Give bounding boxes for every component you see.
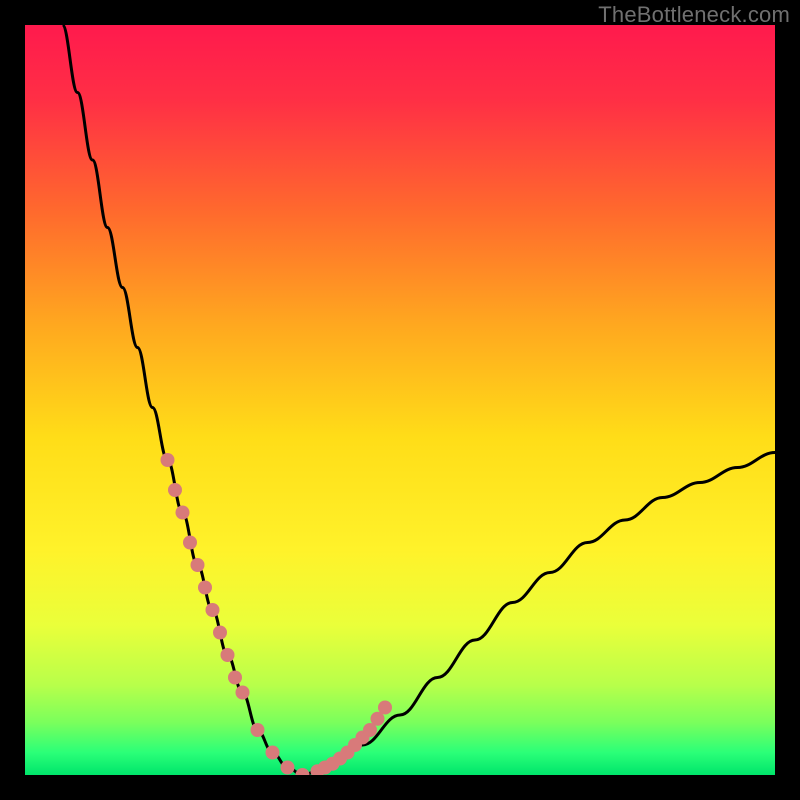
highlight-dot	[228, 671, 242, 685]
highlight-dot	[281, 761, 295, 775]
highlight-dot	[168, 483, 182, 497]
highlight-dot	[221, 648, 235, 662]
bottleneck-chart	[25, 25, 775, 775]
highlight-dot	[206, 603, 220, 617]
highlight-dot	[198, 581, 212, 595]
highlight-dot	[183, 536, 197, 550]
highlight-dot	[236, 686, 250, 700]
watermark-text: TheBottleneck.com	[598, 2, 790, 28]
highlight-dot	[251, 723, 265, 737]
highlight-dot	[176, 506, 190, 520]
chart-frame	[25, 25, 775, 775]
highlight-dot	[378, 701, 392, 715]
highlight-dot	[213, 626, 227, 640]
highlight-dot	[191, 558, 205, 572]
highlight-dot	[266, 746, 280, 760]
highlight-dot	[161, 453, 175, 467]
gradient-background	[25, 25, 775, 775]
